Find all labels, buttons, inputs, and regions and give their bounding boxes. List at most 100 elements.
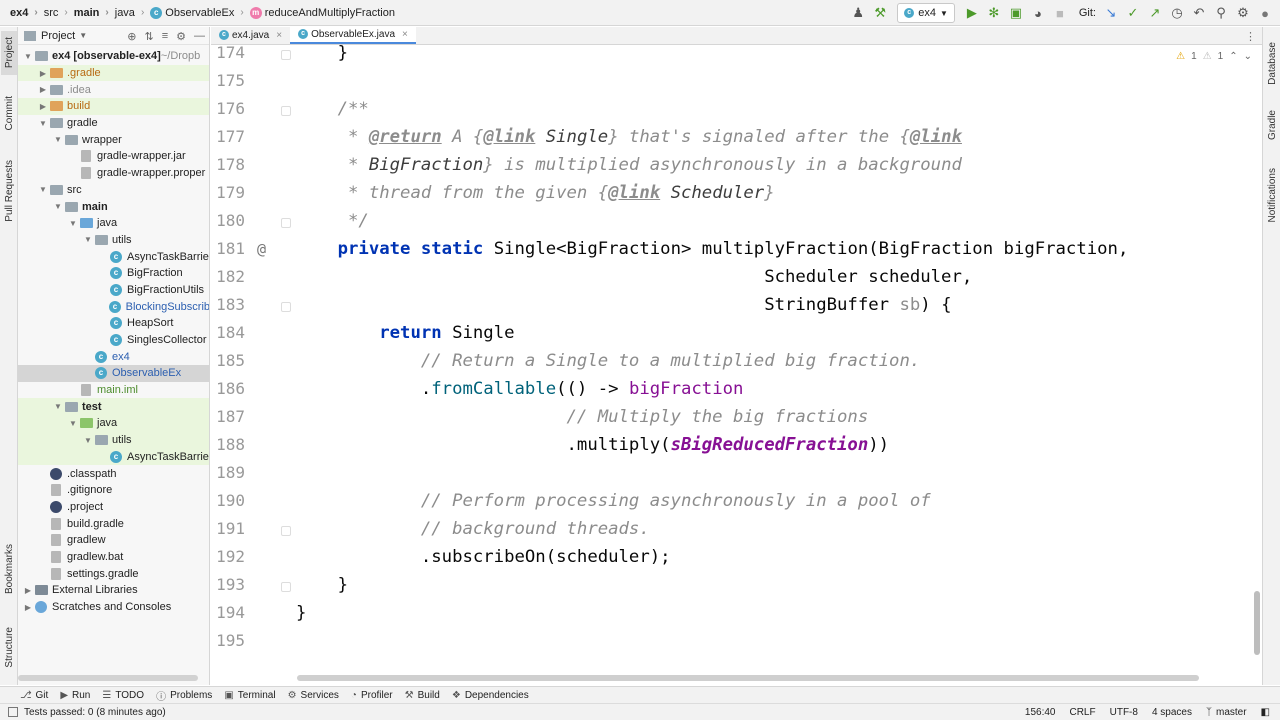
collapse-all-icon[interactable]: ≡ [162, 30, 168, 42]
stop-icon[interactable]: ■ [1051, 4, 1069, 22]
tree-item[interactable]: gradle-wrapper.jar [18, 148, 209, 165]
tool-window-button[interactable]: ▶ Run [60, 690, 90, 701]
project-tool-tab[interactable]: Project [1, 31, 17, 75]
tree-item[interactable]: ▼ main [18, 198, 209, 215]
tree-item[interactable]: c BlockingSubscrib [18, 298, 209, 315]
chevron-down-icon[interactable]: ▼ [82, 235, 94, 244]
tree-item[interactable]: c SinglesCollector [18, 332, 209, 349]
close-icon[interactable]: × [276, 30, 282, 41]
fold-marker-icon[interactable] [281, 302, 291, 312]
tree-item[interactable]: ▼ test [18, 398, 209, 416]
fold-marker-icon[interactable] [281, 526, 291, 536]
fold-marker-icon[interactable] [281, 50, 291, 60]
tree-item[interactable]: ▼ java [18, 215, 209, 232]
tab-list-icon[interactable]: ⋮ [1245, 27, 1256, 45]
tree-item[interactable]: settings.gradle [18, 565, 209, 582]
breadcrumb-item[interactable]: m reduceAndMultiplyFraction [249, 6, 395, 19]
tool-window-button[interactable]: ◔ Profiler [351, 690, 393, 701]
profile-icon[interactable]: ◕ [1029, 4, 1047, 22]
lock-icon[interactable]: ◧ [1261, 707, 1270, 718]
close-icon[interactable]: × [402, 29, 408, 40]
tool-window-button[interactable]: ⚙ Services [288, 690, 339, 701]
chevron-down-icon[interactable]: ⌄ [1244, 51, 1252, 62]
tree-item[interactable]: .gitignore [18, 482, 209, 499]
bookmarks-tool-tab[interactable]: Bookmarks [1, 539, 17, 599]
build-hammer-icon[interactable]: ⚒ [871, 4, 889, 22]
run-configuration-select[interactable]: c ex4 ▼ [897, 3, 955, 23]
gradle-tool-tab[interactable]: Gradle [1264, 103, 1280, 147]
status-message[interactable]: Tests passed: 0 (8 minutes ago) [24, 707, 166, 718]
tree-item[interactable]: ▶ Scratches and Consoles [18, 599, 209, 616]
chevron-down-icon[interactable]: ▼ [82, 436, 94, 445]
editor-tab[interactable]: c ex4.java × [211, 26, 290, 44]
tree-item[interactable]: c BigFraction [18, 265, 209, 282]
tree-item[interactable]: ▼ wrapper [18, 131, 209, 148]
user-icon[interactable]: ♟ [849, 4, 867, 22]
tree-item[interactable]: .classpath [18, 465, 209, 482]
editor-horizontal-scrollbar[interactable] [297, 675, 1199, 681]
tree-item[interactable]: .project [18, 499, 209, 516]
inspection-widget[interactable]: ⚠ 1 ⚠ 1 ⌃ ⌄ [1176, 51, 1252, 62]
chevron-down-icon[interactable]: ▼ [67, 419, 79, 428]
tree-item[interactable]: c ObservableEx [18, 365, 209, 382]
breadcrumb-item[interactable]: src › [44, 7, 74, 19]
line-separator[interactable]: CRLF [1069, 707, 1095, 718]
structure-tool-tab[interactable]: Structure [1, 619, 17, 675]
editor-tab[interactable]: c ObservableEx.java × [290, 26, 416, 44]
chevron-right-icon[interactable]: ▶ [22, 603, 34, 612]
project-panel-title[interactable]: Project [41, 30, 75, 42]
breadcrumb-item[interactable]: java › [115, 7, 151, 19]
tree-item[interactable]: c AsyncTaskBarrie [18, 448, 209, 466]
tree-item[interactable]: c AsyncTaskBarrie [18, 248, 209, 265]
notifications-tool-tab[interactable]: Notifications [1264, 159, 1280, 231]
tree-item[interactable]: ▼ utils [18, 431, 209, 449]
gear-icon[interactable]: ⚙ [176, 30, 186, 43]
tree-item[interactable]: ▶ build [18, 98, 209, 115]
commit-tool-tab[interactable]: Commit [1, 91, 17, 135]
tool-window-button[interactable]: ⓘ Problems [156, 688, 212, 703]
run-icon[interactable]: ▶ [963, 4, 981, 22]
chevron-right-icon[interactable]: ▶ [22, 586, 34, 595]
expand-all-icon[interactable]: ⇅ [144, 30, 153, 43]
breadcrumb-item[interactable]: ex4 › [10, 7, 44, 19]
rollback-icon[interactable]: ↶ [1190, 4, 1208, 22]
fold-marker-icon[interactable] [281, 106, 291, 116]
tool-window-button[interactable]: ⚒ Build [405, 690, 440, 701]
tree-item[interactable]: main.iml [18, 382, 209, 399]
coverage-icon[interactable]: ▣ [1007, 4, 1025, 22]
tree-item[interactable]: c ex4 [18, 348, 209, 365]
pull-requests-tool-tab[interactable]: Pull Requests [1, 151, 17, 231]
tree-item[interactable]: c BigFractionUtils [18, 282, 209, 299]
breadcrumb-item[interactable]: main › [74, 7, 115, 19]
git-push-icon[interactable]: ↗ [1146, 4, 1164, 22]
chevron-down-icon[interactable]: ▼ [52, 202, 64, 211]
chevron-down-icon[interactable]: ▼ [52, 135, 64, 144]
chevron-up-icon[interactable]: ⌃ [1229, 51, 1237, 62]
tree-item[interactable]: ▼ utils [18, 232, 209, 249]
git-commit-icon[interactable]: ✓ [1124, 4, 1142, 22]
tool-window-button[interactable]: ⎇ Git [20, 690, 48, 701]
tree-item[interactable]: ▼ src [18, 182, 209, 199]
chevron-down-icon[interactable]: ▼ [67, 219, 79, 228]
ide-features-icon[interactable]: ● [1256, 4, 1274, 22]
minimize-icon[interactable]: — [194, 30, 205, 42]
debug-icon[interactable]: ✻ [985, 4, 1003, 22]
search-icon[interactable]: ⚲ [1212, 4, 1230, 22]
tool-window-button[interactable]: ❖ Dependencies [452, 690, 529, 701]
chevron-down-icon[interactable]: ▼ [37, 119, 49, 128]
gear-icon[interactable]: ⚙ [1234, 4, 1252, 22]
chevron-right-icon[interactable]: ▶ [37, 102, 49, 111]
tree-item[interactable]: ▶ .idea [18, 81, 209, 98]
vertical-scrollbar[interactable] [1254, 591, 1260, 655]
tree-item[interactable]: gradlew [18, 532, 209, 549]
tree-item[interactable]: gradle-wrapper.proper [18, 165, 209, 182]
chevron-right-icon[interactable]: ▶ [37, 85, 49, 94]
tree-item[interactable]: gradlew.bat [18, 549, 209, 566]
indent-setting[interactable]: 4 spaces [1152, 707, 1192, 718]
chevron-down-icon[interactable]: ▼ [79, 31, 87, 40]
locate-icon[interactable]: ⊕ [127, 30, 136, 43]
tool-window-button[interactable]: ☰ TODO [102, 690, 144, 701]
tree-item[interactable]: ▶ .gradle [18, 64, 209, 82]
caret-position[interactable]: 156:40 [1025, 707, 1056, 718]
code-editor[interactable]: 174 175 176 177 178 179 180 181 @182 183 184 185 186… [211, 45, 1262, 685]
